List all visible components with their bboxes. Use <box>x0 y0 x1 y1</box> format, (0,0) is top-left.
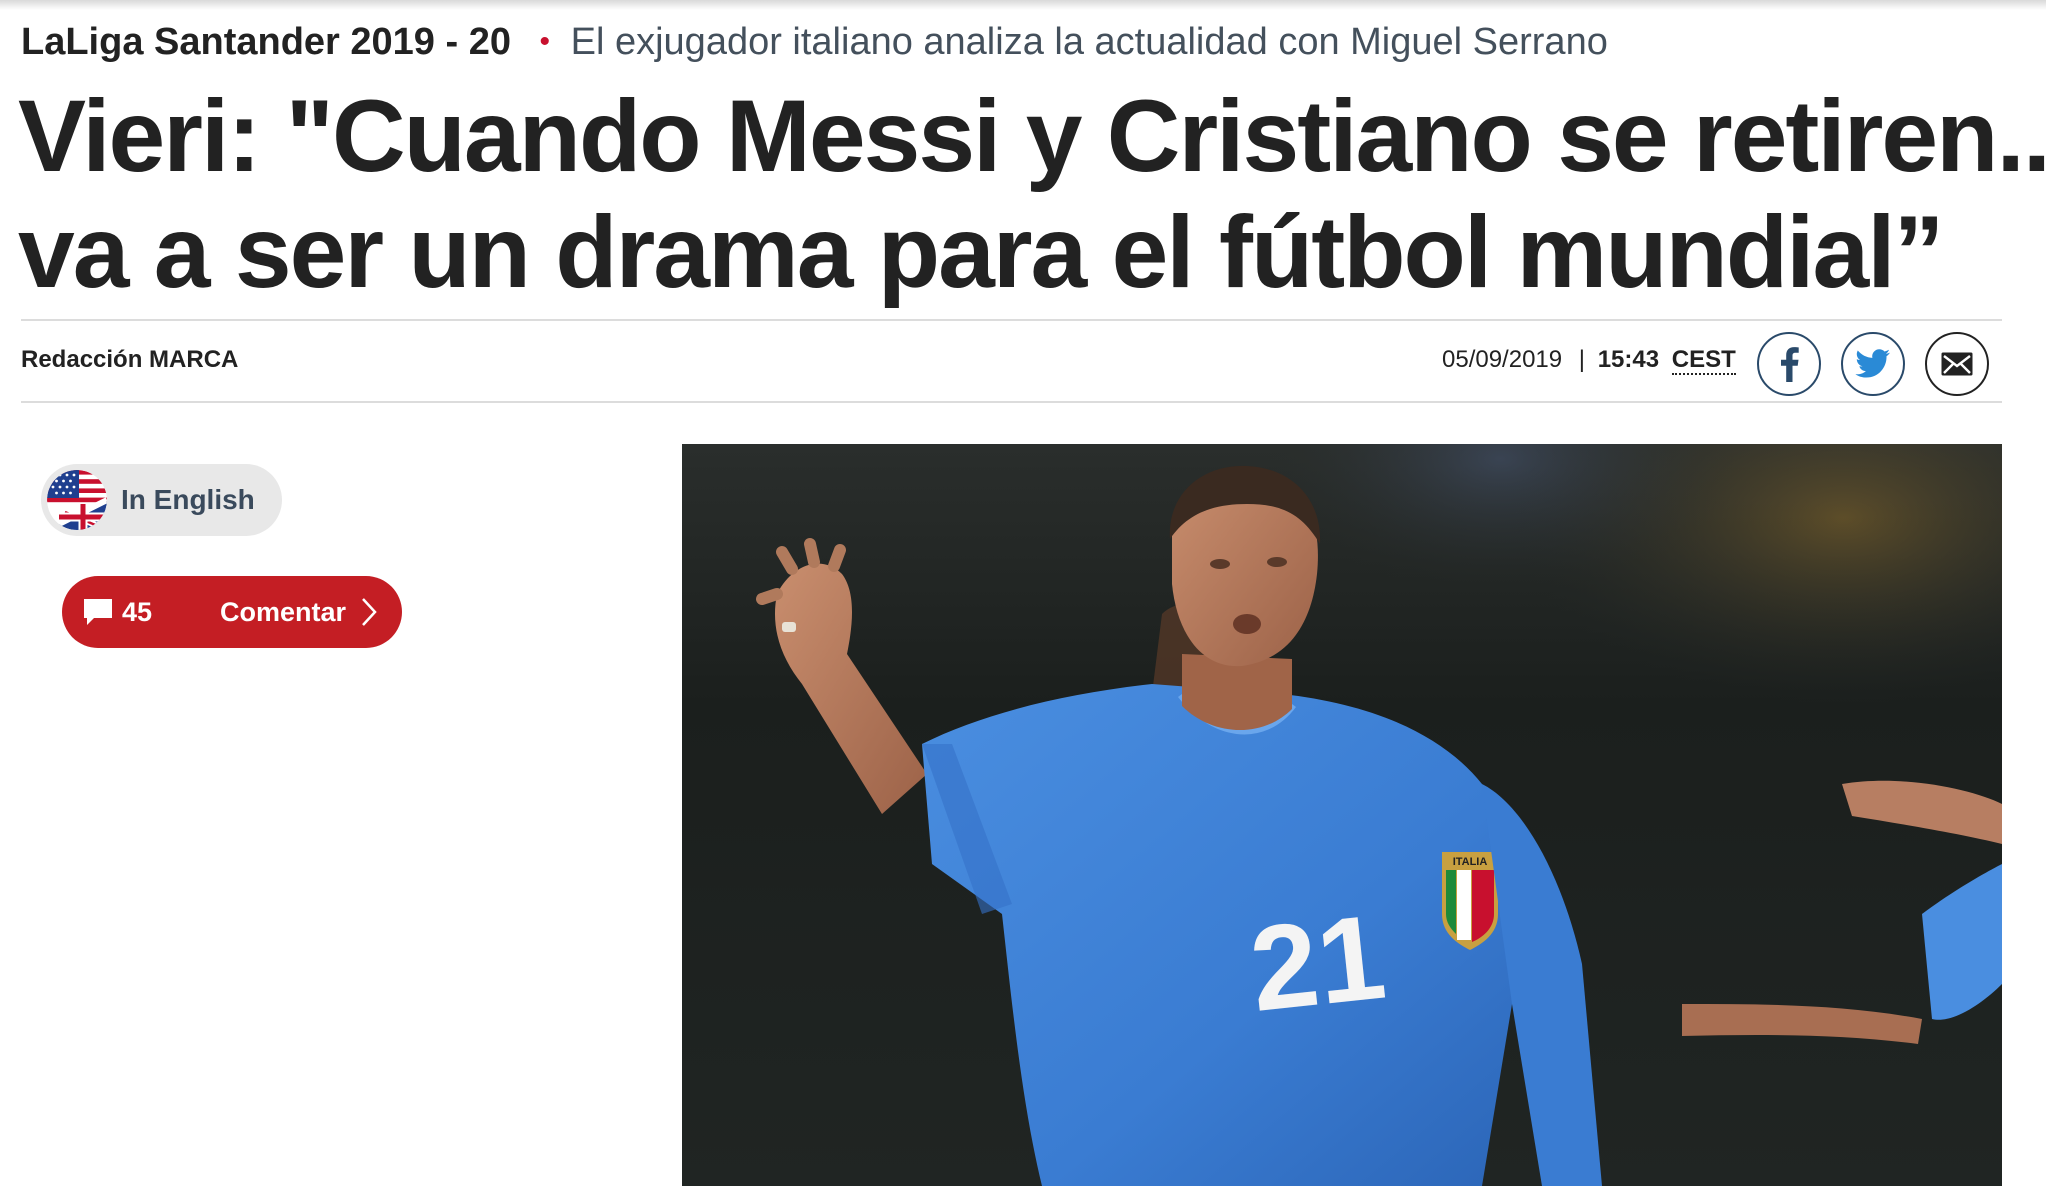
kicker-bullet: • <box>539 25 551 58</box>
share-email-button[interactable] <box>1925 332 1989 396</box>
in-english-label: In English <box>121 484 255 515</box>
header-shadow <box>0 0 2046 10</box>
us-uk-flag-icon <box>47 470 107 530</box>
share-twitter-button[interactable] <box>1841 332 1905 396</box>
comment-count: 45 <box>122 596 153 627</box>
publish-date: 05/09/2019 <box>1442 346 1563 373</box>
crest-text: ITALIA <box>1453 856 1488 868</box>
page-title: Vieri: "Cuando Messi y Cristiano se reti… <box>18 78 2046 310</box>
in-english-button[interactable]: In English <box>41 464 282 536</box>
headline-line-2: va a ser un drama para el fútbol mundial… <box>18 195 1945 309</box>
headline-line-1: Vieri: "Cuando Messi y Cristiano se reti… <box>18 79 2046 193</box>
timezone-abbr[interactable]: CEST <box>1671 346 1736 375</box>
twitter-icon <box>1855 349 1890 378</box>
author-name[interactable]: Redacción MARCA <box>21 346 238 374</box>
chevron-right-icon <box>362 598 377 626</box>
publish-datetime: 05/09/2019 | 15:43 CEST <box>1442 346 1736 375</box>
italia-crest-icon: ITALIA <box>1442 852 1498 950</box>
divider-top <box>21 319 2002 321</box>
comment-bubble-icon <box>84 599 112 625</box>
article-page: LaLiga Santander 2019 - 20 • El exjugado… <box>0 0 2046 1190</box>
kicker: LaLiga Santander 2019 - 20 • El exjugado… <box>21 18 1608 69</box>
article-photo: ITALIA 21 <box>682 444 2002 1186</box>
section-link[interactable]: LaLiga Santander 2019 - 20 <box>21 21 511 63</box>
comment-button[interactable]: 45 Comentar <box>62 576 402 648</box>
facebook-icon <box>1781 347 1799 382</box>
mail-icon <box>1941 352 1973 376</box>
datetime-separator: | <box>1578 346 1586 373</box>
player-photo: ITALIA 21 <box>682 444 2002 1186</box>
publish-time: 15:43 <box>1597 346 1660 373</box>
kicker-summary: El exjugador italiano analiza la actuali… <box>570 21 1608 63</box>
comment-label: Comentar <box>220 596 347 627</box>
divider-bottom <box>21 401 2002 403</box>
share-facebook-button[interactable] <box>1757 332 1821 396</box>
jersey-number: 21 <box>1244 890 1391 1037</box>
